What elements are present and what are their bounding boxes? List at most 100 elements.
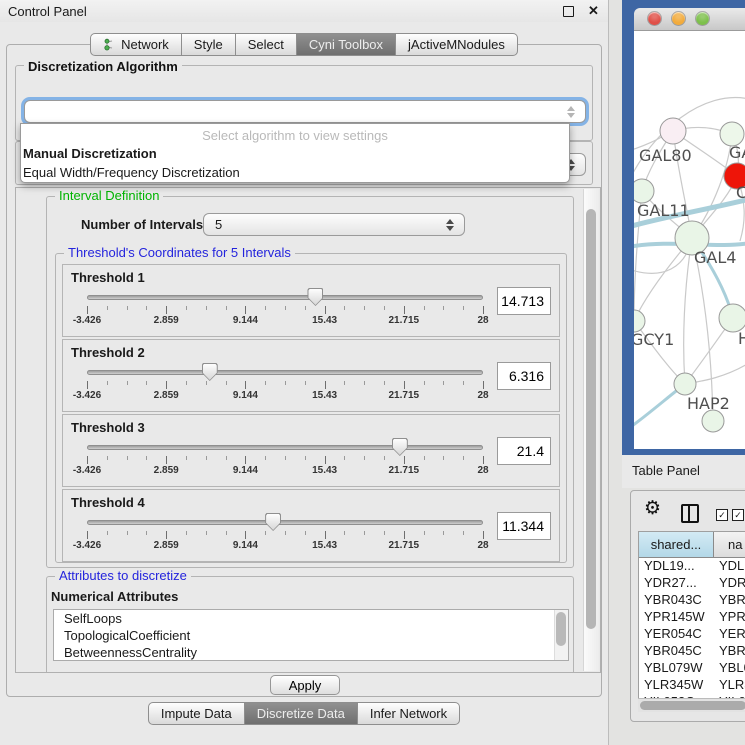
network-node[interactable] (702, 410, 724, 432)
table-row[interactable]: YBL079WYBL0 (639, 660, 745, 677)
slider-track[interactable] (87, 370, 483, 375)
tab-cyni-toolbox[interactable]: Cyni Toolbox (297, 33, 396, 56)
gear-icon[interactable]: ⚙ (644, 497, 661, 519)
table-cell[interactable]: YDL19... (639, 558, 714, 575)
table-cell[interactable]: YBR0 (714, 592, 745, 609)
table-cell[interactable]: YBR045C (639, 643, 714, 660)
slider-handle[interactable] (202, 363, 218, 381)
tick-mark (443, 306, 444, 310)
close-icon[interactable]: ✕ (588, 3, 599, 19)
combo-arrows-icon (446, 218, 455, 232)
tick-mark (344, 381, 345, 385)
table-row[interactable]: YDR27...YDR2 (639, 575, 745, 592)
network-window-titlebar[interactable] (634, 8, 745, 31)
network-node[interactable] (674, 373, 696, 395)
attribute-list-item[interactable]: BetweennessCentrality (54, 644, 568, 661)
checkbox-icon[interactable]: ✓ (716, 509, 728, 521)
algorithm-option-equal-width[interactable]: Equal Width/Frequency Discretization (21, 164, 569, 183)
table-scrollbar-thumb[interactable] (640, 701, 745, 710)
tab-select[interactable]: Select (236, 33, 297, 56)
bottom-tab-bar: Impute Data Discretize Data Infer Networ… (0, 702, 608, 725)
table-cell[interactable]: YBL0 (714, 660, 745, 677)
network-canvas[interactable]: GAL80GACGAL11GAL4GCY1HHAP2 (634, 31, 745, 449)
table-cell[interactable]: YLR345W (639, 677, 714, 694)
tab-network[interactable]: Network (90, 33, 182, 56)
tab-jactivemnodules[interactable]: jActiveMNodules (396, 33, 518, 56)
list-scrollbar[interactable] (554, 610, 568, 660)
table-cell[interactable]: YBR043C (639, 592, 714, 609)
threshold-1-slider[interactable]: -3.4262.8599.14415.4321.71528 (87, 287, 483, 333)
table-cell[interactable]: YPR1 (714, 609, 745, 626)
slider-handle[interactable] (307, 288, 323, 306)
thresholds-group: Threshold's Coordinates for 5 Intervals … (55, 253, 567, 563)
threshold-1-value-field[interactable] (497, 287, 551, 315)
list-scrollbar-thumb[interactable] (556, 612, 566, 646)
threshold-2-value-field[interactable] (497, 362, 551, 390)
settings-scrollbar-thumb[interactable] (586, 209, 596, 629)
num-intervals-combobox[interactable]: 5 (203, 213, 465, 236)
table-row[interactable]: YDL19...YDL1 (639, 558, 745, 575)
column-header-name[interactable]: na (714, 532, 745, 558)
table-horizontal-scrollbar[interactable] (638, 698, 745, 712)
columns-icon[interactable] (681, 504, 699, 523)
table-row[interactable]: YBR045CYBR0 (639, 643, 745, 660)
settings-scrollbar[interactable] (583, 189, 599, 671)
algorithm-option-manual[interactable]: Manual Discretization (21, 145, 569, 164)
tab-style-label: Style (194, 37, 223, 52)
numerical-attributes-label: Numerical Attributes (51, 589, 178, 604)
attribute-list-item[interactable]: SelfLoops (54, 610, 568, 627)
column-header-shared-name[interactable]: shared... (639, 532, 714, 558)
tab-impute-data[interactable]: Impute Data (148, 702, 245, 725)
table-row[interactable]: YBR043CYBR0 (639, 592, 745, 609)
network-node[interactable] (719, 304, 745, 332)
slider-track[interactable] (87, 445, 483, 450)
minimize-traffic-light-icon[interactable] (672, 12, 685, 25)
close-traffic-light-icon[interactable] (648, 12, 661, 25)
table-cell[interactable]: YPR145W (639, 609, 714, 626)
algorithm-combobox[interactable] (24, 100, 586, 123)
table-row[interactable]: YLR345WYLR3 (639, 677, 745, 694)
tick-label: 15.43 (312, 465, 337, 476)
float-window-icon[interactable] (563, 6, 574, 17)
slider-track[interactable] (87, 520, 483, 525)
table-row[interactable]: YER054CYER0 (639, 626, 745, 643)
threshold-4-value-field[interactable] (497, 512, 551, 540)
table-cell[interactable]: YDL1 (714, 558, 745, 575)
apply-button[interactable]: Apply (270, 675, 340, 695)
table-cell[interactable]: YER054C (639, 626, 714, 643)
table-row[interactable]: YPR145WYPR1 (639, 609, 745, 626)
table-cell[interactable]: YDR2 (714, 575, 745, 592)
tick-mark (226, 381, 227, 385)
table-cell[interactable]: YBR0 (714, 643, 745, 660)
tab-discretize-data[interactable]: Discretize Data (245, 702, 358, 725)
tick-mark (166, 381, 167, 389)
network-node[interactable] (634, 310, 645, 332)
network-node[interactable] (634, 179, 654, 203)
network-edge[interactable] (684, 238, 692, 384)
table-cell[interactable]: YBL079W (639, 660, 714, 677)
threshold-2-slider[interactable]: -3.4262.8599.14415.4321.71528 (87, 362, 483, 408)
algorithm-hint-item[interactable]: Select algorithm to view settings (21, 124, 569, 145)
zoom-traffic-light-icon[interactable] (696, 12, 709, 25)
numerical-attributes-list[interactable]: SelfLoopsTopologicalCoefficientBetweenne… (53, 609, 569, 661)
threshold-4-slider[interactable]: -3.4262.8599.14415.4321.71528 (87, 512, 483, 558)
slider-track[interactable] (87, 295, 483, 300)
table-cell[interactable]: YLR3 (714, 677, 745, 694)
threshold-3-value-field[interactable] (497, 437, 551, 465)
tab-style[interactable]: Style (182, 33, 236, 56)
checkbox-icon[interactable]: ✓ (732, 509, 744, 521)
network-view-window: GAL80GACGAL11GAL4GCY1HHAP2 (634, 8, 745, 448)
threshold-3-slider[interactable]: -3.4262.8599.14415.4321.71528 (87, 437, 483, 483)
tick-mark (245, 306, 246, 314)
attribute-list-item[interactable]: TopologicalCoefficient (54, 627, 568, 644)
tick-mark (463, 306, 464, 310)
slider-handle[interactable] (392, 438, 408, 456)
table-cell[interactable]: YER0 (714, 626, 745, 643)
slider-handle[interactable] (265, 513, 281, 531)
network-graph[interactable]: GAL80GACGAL11GAL4GCY1HHAP2 (634, 31, 745, 449)
table-cell[interactable]: YDR27... (639, 575, 714, 592)
tick-label: -3.426 (73, 540, 101, 551)
tab-infer-network[interactable]: Infer Network (358, 702, 460, 725)
network-node[interactable] (660, 118, 686, 144)
tick-mark (107, 456, 108, 460)
